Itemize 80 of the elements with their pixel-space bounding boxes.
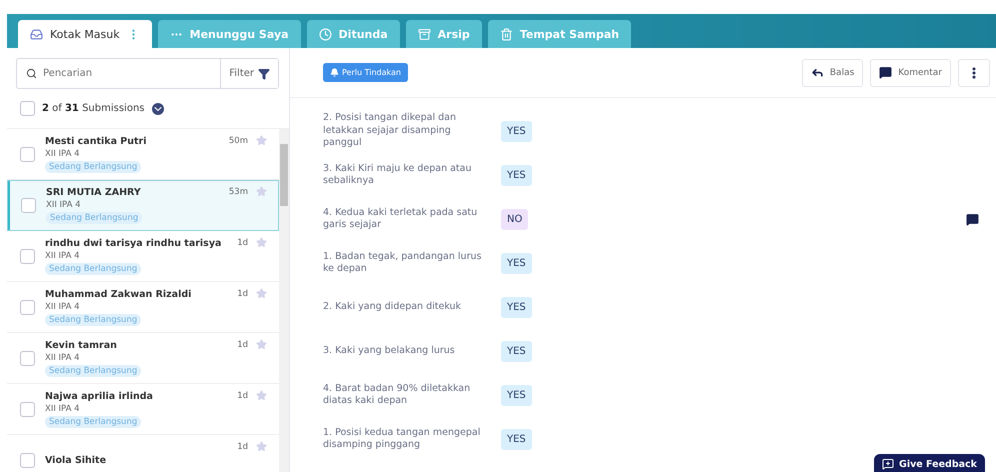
- status-tag: Sedang Berlangsung: [45, 314, 142, 326]
- question-text: 1. Posisi kedua tangan mengepal disamping pinggang: [323, 426, 482, 452]
- answer-badge: NO: [501, 208, 528, 230]
- comment-button[interactable]: Komentar: [870, 58, 951, 86]
- scrollbar[interactable]: [279, 129, 289, 472]
- comment-icon[interactable]: [966, 212, 979, 226]
- trash-icon: [500, 28, 513, 40]
- feedback-button[interactable]: Give Feedback: [874, 454, 985, 472]
- class-label: XII IPA 4: [45, 250, 81, 260]
- status-tag: Sedang Berlangsung: [45, 160, 142, 172]
- reply-icon: [810, 66, 824, 79]
- checkbox[interactable]: [20, 402, 35, 416]
- time-label: 53m: [228, 186, 248, 196]
- comment-icon: [879, 66, 892, 79]
- star-icon[interactable]: [256, 135, 267, 146]
- checkbox[interactable]: [20, 248, 35, 264]
- submission-item[interactable]: SRI MUTIA ZAHRY XII IPA 4 Sedang Berlangsung 53m: [7, 180, 279, 231]
- tab[interactable]: Kotak Masuk: [18, 20, 152, 48]
- question-text: 2. Kaki yang didepan ditekuk: [323, 300, 462, 314]
- student-name: Mesti cantika Putri: [45, 136, 148, 146]
- question-text: 4. Barat badan 90% diletakkan diatas kaki depan: [323, 382, 472, 408]
- checkbox[interactable]: [20, 101, 35, 116]
- time-label: 1d: [237, 238, 248, 248]
- star-icon[interactable]: [256, 237, 267, 248]
- question-text: 3. Kaki Kiri maju ke depan atau sebaliknya: [323, 162, 473, 188]
- student-name: SRI MUTIA ZAHRY: [46, 186, 142, 198]
- inbox-icon: [30, 28, 43, 40]
- feedback-icon: [882, 458, 894, 470]
- checkbox[interactable]: [20, 146, 35, 162]
- time-label: 1d: [237, 288, 248, 298]
- class-label: XII IPA 4: [45, 302, 81, 312]
- time-label: 50m: [228, 136, 248, 146]
- student-name: rindhu dwi tarisya rindhu tarisya: [45, 238, 222, 248]
- archive-icon: [418, 28, 431, 40]
- time-label: 1d: [237, 390, 248, 400]
- clock-icon: [318, 28, 332, 40]
- search-icon: [26, 68, 37, 79]
- chevron-down-icon[interactable]: [152, 102, 164, 114]
- answer-badge: YES: [501, 428, 532, 450]
- status-tag: Sedang Berlangsung: [45, 416, 142, 428]
- question-text: 1. Badan tegak, pandangan lurus ke depan: [323, 250, 482, 276]
- answer-badge: YES: [501, 340, 532, 362]
- status-tag: Sedang Berlangsung: [45, 262, 142, 274]
- submission-count: 2 of 31 Submissions: [42, 103, 144, 114]
- status-badge: Perlu Tindakan: [323, 63, 408, 82]
- class-label: XII IPA 4: [45, 404, 81, 414]
- more-button[interactable]: [958, 58, 990, 86]
- checkbox[interactable]: [20, 350, 35, 366]
- student-name: Najwa aprilia irlinda: [45, 390, 154, 402]
- reply-button[interactable]: Balas: [802, 58, 864, 86]
- star-icon[interactable]: [256, 339, 267, 350]
- status-tag: Sedang Berlangsung: [46, 212, 142, 224]
- checkbox[interactable]: [21, 198, 36, 212]
- filter-icon: [258, 68, 270, 80]
- answer-badge: YES: [501, 164, 532, 186]
- answer-badge: YES: [501, 252, 532, 274]
- student-name: Viola Sihite: [45, 454, 108, 466]
- search-field[interactable]: Pencarian Filter: [16, 58, 279, 89]
- time-label: 1d: [237, 442, 248, 452]
- question-text: 4. Kedua kaki terletak pada satu garis sejajar: [323, 206, 478, 232]
- answer-badge: YES: [501, 384, 532, 406]
- checkbox[interactable]: [20, 452, 35, 468]
- star-icon[interactable]: [256, 288, 267, 299]
- checkbox[interactable]: [20, 300, 35, 314]
- class-label: XII IPA 4: [45, 148, 81, 158]
- class-label: XII IPA 4: [45, 352, 81, 362]
- question-text: 2. Posisi tangan dikepal dan letakkan sejajar disamping panggul: [323, 112, 458, 150]
- star-icon[interactable]: [256, 186, 267, 197]
- time-label: 1d: [237, 340, 248, 350]
- answer-badge: YES: [501, 296, 532, 318]
- student-name: Muhammad Zakwan Rizaldi: [45, 288, 192, 300]
- status-tag: Sedang Berlangsung: [45, 364, 142, 376]
- star-icon[interactable]: [256, 390, 267, 401]
- filter-button[interactable]: Filter: [220, 59, 278, 88]
- class-label: XII IPA 4: [46, 200, 82, 210]
- bell-icon: [330, 68, 339, 77]
- student-name: Kevin tamran: [45, 340, 118, 350]
- star-icon[interactable]: [256, 441, 267, 452]
- question-text: 3. Kaki yang belakang lurus: [323, 344, 456, 358]
- answer-badge: YES: [501, 120, 532, 142]
